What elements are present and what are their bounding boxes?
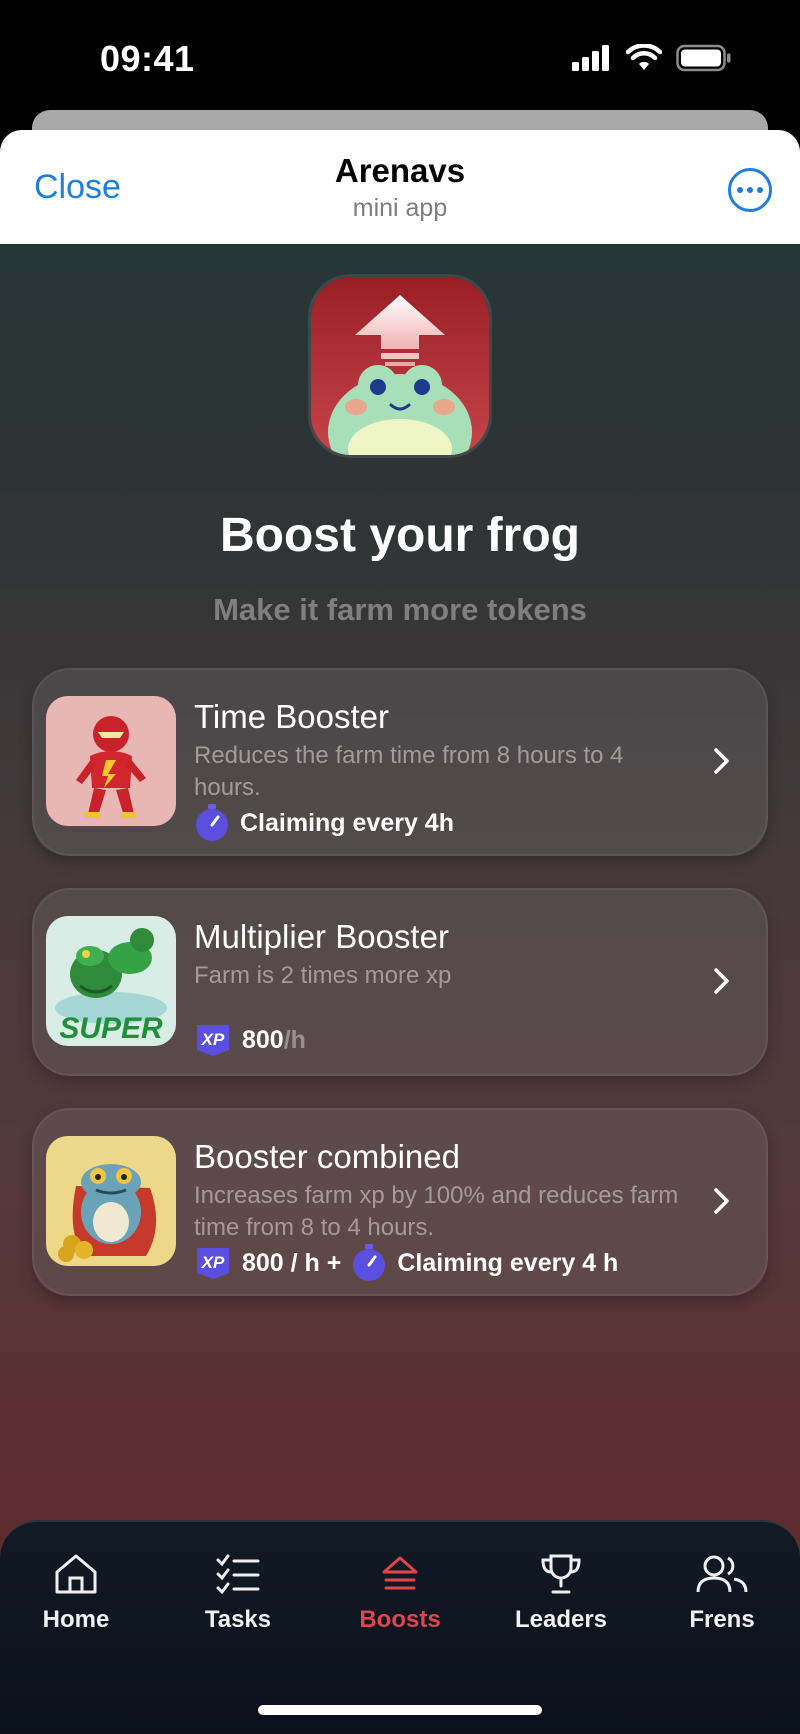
booster-metric: XP 800/h [194, 1022, 306, 1058]
xp-rate-value: 800 [242, 1025, 284, 1054]
booster-description: Reduces the farm time from 8 hours to 4 … [194, 742, 624, 801]
trophy-icon [541, 1554, 581, 1594]
booster-title: Multiplier Booster [194, 918, 449, 955]
claim-interval-text: Claiming every 4h [240, 808, 454, 837]
tab-label: Frens [689, 1606, 755, 1633]
boost-icon [382, 1556, 418, 1590]
svg-text:SUPER: SUPER [59, 1012, 163, 1045]
tasks-icon [216, 1554, 260, 1595]
multiplier-booster-image: SUPER [46, 916, 176, 1046]
mini-app-sheet: Close Arenavs mini app Boost your frog M… [0, 130, 800, 1734]
timer-icon [196, 804, 228, 841]
home-icon [55, 1554, 97, 1594]
claim-interval-text: Claiming every 4 h [397, 1248, 619, 1277]
page-title: Boost your frog [220, 509, 580, 562]
xp-icon: XP [197, 1025, 229, 1056]
battery-icon [676, 44, 731, 72]
timer-icon [353, 1244, 386, 1281]
wifi-icon [626, 44, 662, 70]
time-booster-card[interactable]: Time Booster Reduces the farm time from … [32, 668, 768, 856]
xp-rate-text: 800 / h + [242, 1248, 342, 1277]
signal-icon [572, 45, 609, 71]
booster-metric: XP 800 / h + Claiming every 4 h [194, 1244, 618, 1282]
chevron-right-icon [714, 748, 729, 774]
tab-tasks[interactable]: Tasks [158, 1552, 318, 1634]
booster-description: Farm is 2 times more xp [194, 962, 452, 989]
booster-title: Booster combined [194, 1138, 460, 1175]
tab-label: Leaders [514, 1606, 608, 1633]
booster-description: Increases farm xp by 100% and reduces fa… [194, 1182, 679, 1241]
tab-label: Home [42, 1606, 110, 1633]
nav-bar: Close Arenavs mini app [0, 130, 800, 244]
chevron-right-icon [714, 1188, 729, 1214]
status-time: 09:41 [100, 38, 195, 79]
xp-icon: XP [197, 1248, 229, 1279]
app-title: Arenavs [334, 152, 466, 189]
tab-home[interactable]: Home [0, 1552, 156, 1634]
friends-icon [696, 1555, 748, 1593]
boost-frog-logo [311, 277, 489, 455]
svg-text:XP: XP [201, 1030, 225, 1049]
tab-boosts[interactable]: Boosts [320, 1552, 480, 1634]
tab-frens[interactable]: Frens [642, 1552, 800, 1634]
booster-combined-image [46, 1136, 176, 1266]
tab-leaders[interactable]: Leaders [481, 1552, 641, 1634]
status-icons [572, 44, 732, 72]
time-booster-image [46, 696, 176, 826]
booster-title: Time Booster [194, 698, 390, 735]
booster-metric: Claiming every 4h [194, 804, 454, 842]
app-subtitle: mini app [352, 194, 448, 222]
more-options-icon[interactable] [728, 168, 772, 212]
svg-text:XP: XP [201, 1253, 225, 1272]
status-bar: 09:41 [0, 0, 800, 110]
tab-label: Tasks [204, 1606, 272, 1633]
tab-label: Boosts [359, 1606, 441, 1633]
chevron-right-icon [714, 968, 729, 994]
multiplier-booster-card[interactable]: SUPER Multiplier Booster Farm is 2 times… [32, 888, 768, 1076]
xp-rate-unit: /h [283, 1025, 306, 1054]
bottom-tab-bar: Home Tasks Boosts Leaders Frens [0, 1520, 800, 1734]
page-subtitle: Make it farm more tokens [213, 592, 587, 627]
booster-combined-card[interactable]: Booster combined Increases farm xp by 10… [32, 1108, 768, 1296]
home-indicator [258, 1705, 542, 1715]
